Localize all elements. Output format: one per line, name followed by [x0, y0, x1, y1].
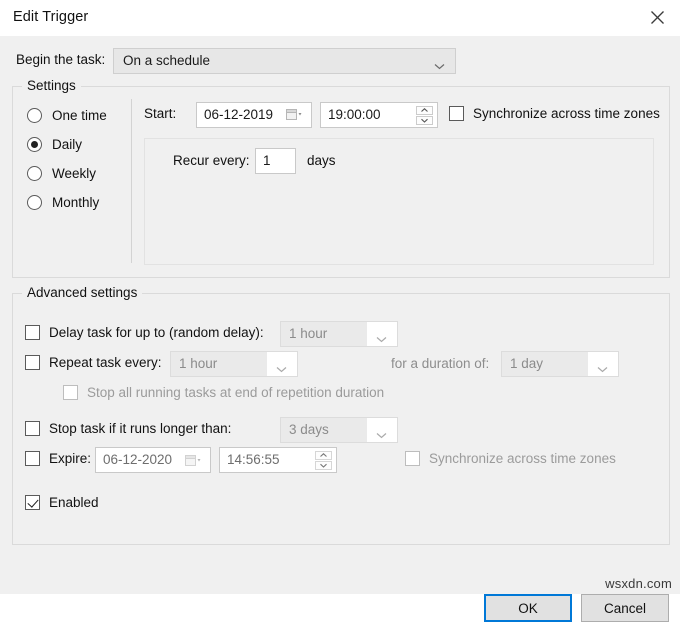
stop-task-longer-checkbox[interactable]: Stop task if it runs longer than: [25, 421, 231, 436]
stop-task-duration-value: 3 days [289, 422, 329, 437]
chevron-down-icon [276, 361, 287, 376]
start-time-spinner[interactable] [416, 106, 433, 125]
settings-divider [131, 99, 132, 263]
recur-units-label: days [307, 153, 336, 168]
checkbox-icon [25, 451, 40, 466]
expire-checkbox[interactable]: Expire: [25, 451, 91, 466]
radio-one-time-label: One time [52, 108, 107, 123]
ok-button-label: OK [518, 601, 538, 616]
repeat-interval-value: 1 hour [179, 356, 217, 371]
advanced-settings-group: Advanced settings Delay task for up to (… [12, 293, 670, 545]
chevron-down-icon [434, 58, 445, 73]
expire-time-input[interactable]: 14:56:55 [219, 447, 337, 473]
repeat-task-checkbox[interactable]: Repeat task every: [25, 355, 162, 370]
checkbox-icon [63, 385, 78, 400]
radio-monthly[interactable]: Monthly [27, 188, 131, 217]
delay-task-value: 1 hour [289, 326, 327, 341]
synchronize-time-zones-checkbox[interactable]: Synchronize across time zones [449, 106, 660, 121]
expire-row: Expire: 06-12-2020 14:56:55 [13, 446, 669, 474]
start-label: Start: [144, 106, 176, 121]
start-date-value: 06-12-2019 [204, 107, 273, 122]
start-date-input[interactable]: 06-12-2019 [196, 102, 312, 128]
calendar-icon[interactable] [286, 109, 303, 121]
repeat-task-row: Repeat task every: 1 hour for a duration… [13, 350, 669, 378]
radio-weekly-label: Weekly [52, 166, 96, 181]
begin-task-row: Begin the task: On a schedule [16, 48, 664, 74]
begin-task-dropdown[interactable]: On a schedule [113, 48, 456, 74]
delay-task-checkbox[interactable]: Delay task for up to (random delay): [25, 325, 264, 340]
expire-date-value: 06-12-2020 [103, 452, 172, 467]
stop-task-longer-row: Stop task if it runs longer than: 3 days [13, 416, 669, 444]
radio-weekly[interactable]: Weekly [27, 159, 131, 188]
spinner-up-icon [416, 106, 433, 115]
settings-group: Settings One time Daily Weekly Monthly [12, 86, 670, 278]
radio-monthly-label: Monthly [52, 195, 99, 210]
duration-label: for a duration of: [391, 356, 489, 371]
recur-every-value: 1 [263, 153, 271, 168]
stop-all-running-row: Stop all running tasks at end of repetit… [13, 380, 669, 408]
chevron-down-icon [597, 361, 608, 376]
ok-button[interactable]: OK [484, 594, 572, 622]
radio-selected-icon [27, 137, 42, 152]
advanced-settings-legend: Advanced settings [22, 285, 142, 300]
checkbox-icon [405, 451, 420, 466]
window-title: Edit Trigger [13, 9, 88, 25]
radio-daily-label: Daily [52, 137, 82, 152]
spinner-down-icon [315, 461, 332, 470]
repeat-task-label: Repeat task every: [49, 355, 162, 370]
stop-task-duration-dropdown[interactable]: 3 days [280, 417, 398, 443]
expire-sync-time-zones-checkbox[interactable]: Synchronize across time zones [405, 451, 616, 466]
radio-icon [27, 108, 42, 123]
checkbox-icon [25, 325, 40, 340]
begin-task-label: Begin the task: [16, 52, 105, 67]
expire-date-input[interactable]: 06-12-2020 [95, 447, 211, 473]
expire-time-spinner[interactable] [315, 451, 332, 470]
spinner-up-icon [315, 451, 332, 460]
start-time-value: 19:00:00 [328, 107, 381, 122]
settings-legend: Settings [22, 78, 81, 93]
delay-task-dropdown[interactable]: 1 hour [280, 321, 398, 347]
title-bar: Edit Trigger [0, 0, 680, 36]
radio-icon [27, 195, 42, 210]
dialog-body: Begin the task: On a schedule Settings O… [0, 36, 680, 594]
delay-task-row: Delay task for up to (random delay): 1 h… [13, 320, 669, 348]
stop-task-longer-label: Stop task if it runs longer than: [49, 421, 231, 436]
chevron-down-icon [376, 427, 387, 442]
checkbox-icon [449, 106, 464, 121]
recurrence-panel: Recur every: 1 days [144, 138, 654, 265]
enabled-row: Enabled [13, 490, 669, 518]
repeat-interval-dropdown[interactable]: 1 hour [170, 351, 298, 377]
radio-one-time[interactable]: One time [27, 101, 131, 130]
checkbox-icon [25, 355, 40, 370]
watermark: wsxdn.com [605, 576, 672, 591]
checkbox-icon [25, 421, 40, 436]
stop-all-running-label: Stop all running tasks at end of repetit… [87, 385, 384, 400]
begin-task-selected-value: On a schedule [123, 53, 210, 68]
cancel-button[interactable]: Cancel [581, 594, 669, 622]
expire-time-value: 14:56:55 [227, 452, 280, 467]
close-icon [650, 10, 665, 25]
close-button[interactable] [634, 0, 680, 34]
stop-all-running-checkbox[interactable]: Stop all running tasks at end of repetit… [63, 385, 384, 400]
repeat-duration-dropdown[interactable]: 1 day [501, 351, 619, 377]
expire-label: Expire: [49, 451, 91, 466]
synchronize-time-zones-label: Synchronize across time zones [473, 106, 660, 121]
enabled-checkbox[interactable]: Enabled [25, 495, 99, 510]
delay-task-label: Delay task for up to (random delay): [49, 325, 264, 340]
recur-every-input[interactable]: 1 [255, 148, 296, 174]
radio-icon [27, 166, 42, 181]
checkbox-checked-icon [25, 495, 40, 510]
enabled-label: Enabled [49, 495, 99, 510]
recur-every-label: Recur every: [173, 153, 250, 168]
spinner-down-icon [416, 116, 433, 125]
chevron-down-icon [376, 331, 387, 346]
radio-daily[interactable]: Daily [27, 130, 131, 159]
schedule-type-radio-group: One time Daily Weekly Monthly [27, 101, 131, 217]
repeat-duration-value: 1 day [510, 356, 543, 371]
expire-sync-time-zones-label: Synchronize across time zones [429, 451, 616, 466]
cancel-button-label: Cancel [604, 601, 646, 616]
start-time-input[interactable]: 19:00:00 [320, 102, 438, 128]
calendar-icon[interactable] [185, 455, 202, 470]
